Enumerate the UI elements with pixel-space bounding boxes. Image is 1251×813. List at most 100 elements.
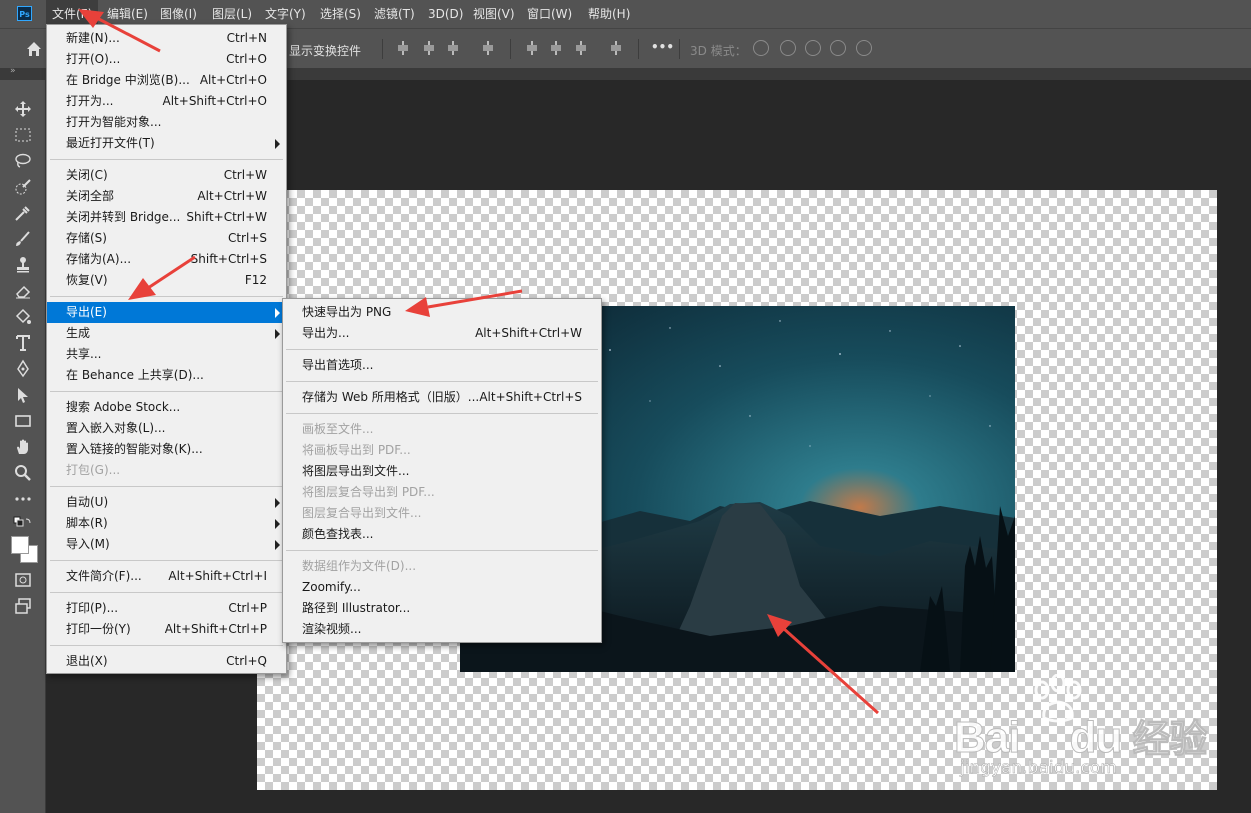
file-menu-item[interactable]: 自动(U) <box>47 492 286 513</box>
file-menu-item-label: 置入嵌入对象(L)... <box>66 421 166 435</box>
file-menu-item[interactable]: 导入(M) <box>47 534 286 555</box>
menubar-item[interactable]: 视图(V) <box>467 0 521 28</box>
more-tools-icon[interactable] <box>13 489 33 509</box>
menubar-item[interactable]: 帮助(H) <box>582 0 636 28</box>
file-menu-item[interactable]: 文件简介(F)... Alt+Shift+Ctrl+I <box>47 566 286 587</box>
file-menu-item[interactable]: 在 Bridge 中浏览(B)... Alt+Ctrl+O <box>47 70 286 91</box>
export-menu-item[interactable]: 导出为... Alt+Shift+Ctrl+W <box>283 323 601 344</box>
file-menu-item[interactable]: 关闭全部 Alt+Ctrl+W <box>47 186 286 207</box>
quick-selection-tool-icon[interactable] <box>13 177 33 197</box>
menubar-item[interactable]: 滤镜(T) <box>368 0 421 28</box>
export-menu-item-shortcut: Alt+Shift+Ctrl+S <box>479 390 582 404</box>
file-menu-item-label: 最近打开文件(T) <box>66 136 155 150</box>
file-menu-item-shortcut: Ctrl+W <box>223 168 267 182</box>
file-menu-item[interactable]: 搜索 Adobe Stock... <box>47 397 286 418</box>
hand-tool-icon[interactable] <box>13 437 33 457</box>
file-menu-item-label: 生成 <box>66 326 91 340</box>
align-bottom-icon[interactable] <box>574 41 588 55</box>
file-menu-item[interactable]: 打开为... Alt+Shift+Ctrl+O <box>47 91 286 112</box>
file-menu-item[interactable]: 脚本(R) <box>47 513 286 534</box>
export-menu-item[interactable]: 渲染视频... <box>283 619 601 640</box>
file-menu-item[interactable]: 最近打开文件(T) <box>47 133 286 154</box>
menubar-item[interactable]: 窗口(W) <box>521 0 578 28</box>
3d-orbit-icon[interactable] <box>753 40 769 56</box>
file-menu-item-label: 搜索 Adobe Stock... <box>66 400 181 414</box>
3d-slide-icon[interactable] <box>830 40 846 56</box>
foreground-color-swatch[interactable] <box>11 536 29 554</box>
3d-pan-icon[interactable] <box>805 40 821 56</box>
clone-stamp-tool-icon[interactable] <box>13 255 33 275</box>
file-menu-item[interactable]: 在 Behance 上共享(D)... <box>47 365 286 386</box>
export-menu-item[interactable]: 画板至文件... <box>283 419 601 440</box>
export-menu-item[interactable]: 将图层导出到文件... <box>283 461 601 482</box>
file-menu-item[interactable]: 置入链接的智能对象(K)... <box>47 439 286 460</box>
file-menu-item[interactable]: 关闭并转到 Bridge... Shift+Ctrl+W <box>47 207 286 228</box>
export-menu-item[interactable]: Zoomify... <box>283 577 601 598</box>
file-menu-item[interactable]: 恢复(V) F12 <box>47 270 286 291</box>
menubar-item[interactable]: 3D(D) <box>422 0 469 28</box>
file-menu-item[interactable]: 存储(S) Ctrl+S <box>47 228 286 249</box>
file-menu-item[interactable]: 打开(O)... Ctrl+O <box>47 49 286 70</box>
file-menu-item[interactable]: 导出(E) <box>47 302 286 323</box>
paint-bucket-tool-icon[interactable] <box>13 307 33 327</box>
type-tool-icon[interactable] <box>13 333 33 353</box>
3d-scale-icon[interactable] <box>856 40 872 56</box>
file-menu-item[interactable]: 退出(X) Ctrl+Q <box>47 651 286 672</box>
file-menu-item[interactable]: 打开为智能对象... <box>47 112 286 133</box>
separator <box>382 39 383 59</box>
align-middle-icon[interactable] <box>549 41 563 55</box>
show-transform-controls-label[interactable]: 显示变换控件 <box>289 42 361 59</box>
distribute-icon[interactable] <box>481 41 495 55</box>
distribute-vertical-icon[interactable] <box>609 41 623 55</box>
file-menu-item[interactable]: 关闭(C) Ctrl+W <box>47 165 286 186</box>
eyedropper-tool-icon[interactable] <box>13 203 33 223</box>
3d-roll-icon[interactable] <box>780 40 796 56</box>
align-left-icon[interactable] <box>396 41 410 55</box>
export-menu-item[interactable]: 将画板导出到 PDF... <box>283 440 601 461</box>
align-top-icon[interactable] <box>525 41 539 55</box>
file-menu-item[interactable]: 打印一份(Y) Alt+Shift+Ctrl+P <box>47 619 286 640</box>
file-menu-item-label: 打包(G)... <box>66 463 121 477</box>
quick-mask-icon[interactable] <box>13 570 33 590</box>
eraser-tool-icon[interactable] <box>13 281 33 301</box>
export-menu-item[interactable]: 导出首选项... <box>283 355 601 376</box>
path-selection-tool-icon[interactable] <box>13 385 33 405</box>
zoom-tool-icon[interactable] <box>13 463 33 483</box>
export-menu-item[interactable]: 颜色查找表... <box>283 524 601 545</box>
more-options-button[interactable]: ••• <box>651 40 674 54</box>
rectangle-tool-icon[interactable] <box>13 411 33 431</box>
baidu-jingyan-watermark: Bai du 经验 jingyan.baidu.com <box>950 674 1208 790</box>
file-menu-item[interactable]: 生成 <box>47 323 286 344</box>
align-center-icon[interactable] <box>422 41 436 55</box>
home-icon[interactable] <box>26 41 42 57</box>
export-menu-item[interactable]: 图层复合导出到文件... <box>283 503 601 524</box>
pen-tool-icon[interactable] <box>13 359 33 379</box>
export-menu-item-label: Zoomify... <box>302 580 361 594</box>
align-right-icon[interactable] <box>446 41 460 55</box>
file-menu-item-shortcut: Ctrl+N <box>226 31 267 45</box>
move-tool-icon[interactable] <box>13 99 33 119</box>
default-colors-icon[interactable] <box>13 516 33 536</box>
menubar-item[interactable]: 选择(S) <box>314 0 367 28</box>
file-menu-item[interactable]: 打印(P)... Ctrl+P <box>47 598 286 619</box>
file-menu-item-label: 在 Behance 上共享(D)... <box>66 368 204 382</box>
file-menu-item[interactable]: 新建(N)... Ctrl+N <box>47 28 286 49</box>
marquee-tool-icon[interactable] <box>13 125 33 145</box>
export-menu-item[interactable]: 将图层复合导出到 PDF... <box>283 482 601 503</box>
export-menu-item-label: 渲染视频... <box>302 622 362 636</box>
export-menu-item[interactable]: 快速导出为 PNG <box>283 302 601 323</box>
brush-tool-icon[interactable] <box>13 229 33 249</box>
photoshop-logo-icon[interactable]: Ps <box>17 6 32 21</box>
lasso-tool-icon[interactable] <box>13 151 33 171</box>
export-menu-item[interactable]: 存储为 Web 所用格式（旧版）... Alt+Shift+Ctrl+S <box>283 387 601 408</box>
file-menu-item[interactable]: 存储为(A)... Shift+Ctrl+S <box>47 249 286 270</box>
export-menu-item[interactable]: 数据组作为文件(D)... <box>283 556 601 577</box>
file-menu-item[interactable]: 打包(G)... <box>47 460 286 481</box>
file-menu-item-shortcut: Ctrl+O <box>226 52 267 66</box>
export-menu-item[interactable]: 路径到 Illustrator... <box>283 598 601 619</box>
file-menu-item-shortcut: Ctrl+Q <box>226 654 267 668</box>
file-menu-item[interactable]: 置入嵌入对象(L)... <box>47 418 286 439</box>
collapse-panels-icon[interactable]: » <box>10 66 16 76</box>
file-menu-item[interactable]: 共享... <box>47 344 286 365</box>
screen-mode-icon[interactable] <box>13 596 33 616</box>
